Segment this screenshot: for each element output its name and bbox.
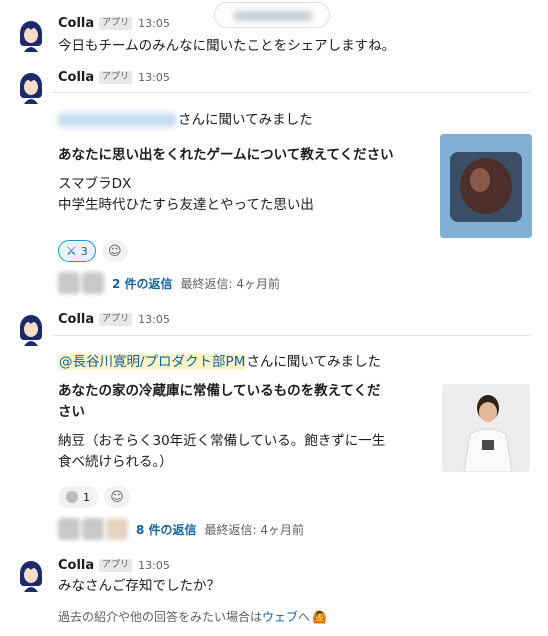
attachment-body: @長谷川寛明/プロダクト部PMさんに聞いてみました あなたの家の冷蔵庫に常備して…: [58, 352, 385, 473]
reply-count-link[interactable]: 2 件の返信: [112, 275, 173, 292]
person-photo-icon: [442, 384, 530, 472]
reply-avatars: [58, 272, 106, 294]
image-placeholder-icon: [440, 134, 532, 238]
sender-name[interactable]: Colla: [58, 558, 94, 573]
colla-avatar-icon[interactable]: [14, 312, 48, 346]
answer-line-1: 納豆（おそらく30年近く常備している。飽きずに一生: [58, 433, 386, 449]
person-gesture-emoji-icon: 🙆: [312, 610, 327, 624]
answer-line-2: 食べ続けられる。）: [58, 454, 173, 470]
sender-name[interactable]: Colla: [58, 70, 94, 85]
question-text: あなたに思い出をくれたゲームについて教えてください: [58, 147, 394, 163]
reply-avatar: [58, 272, 80, 294]
user-mention[interactable]: @長谷川寛明/プロダクト部PM: [58, 354, 247, 370]
asked-suffix: さんに聞いてみました: [178, 112, 313, 128]
app-badge: アプリ: [99, 17, 133, 30]
reaction-count: 3: [80, 244, 88, 258]
emoji-icon: [66, 491, 78, 503]
question-line-2: さい: [58, 404, 85, 420]
attachment-divider: [52, 92, 530, 93]
asked-line: @長谷川寛明/プロダクト部PMさんに聞いてみました: [58, 352, 385, 373]
timestamp[interactable]: 13:05: [138, 71, 170, 84]
reaction-swords[interactable]: ⚔ 3: [58, 240, 96, 262]
reply-count-link[interactable]: 8 件の返信: [136, 521, 197, 538]
reply-avatar: [58, 518, 80, 540]
reaction-item[interactable]: 1: [58, 486, 98, 508]
sender-name[interactable]: Colla: [58, 16, 94, 31]
reactions-row: 1 ☺: [58, 486, 130, 508]
web-link[interactable]: ウェブ: [262, 610, 298, 624]
last-reply-time: 最終返信: 4ヶ月前: [180, 276, 281, 291]
timestamp[interactable]: 13:05: [138, 17, 170, 30]
asked-suffix: さんに聞いてみました: [246, 354, 381, 370]
colla-avatar-icon[interactable]: [14, 70, 48, 104]
timestamp[interactable]: 13:05: [138, 559, 170, 572]
add-reaction-button[interactable]: ☺: [104, 486, 130, 508]
reaction-count: 1: [83, 490, 90, 504]
timestamp[interactable]: 13:05: [138, 313, 170, 326]
colla-avatar-icon[interactable]: [14, 558, 48, 592]
attachment-divider: [52, 335, 530, 336]
mention-redacted[interactable]: [58, 113, 176, 127]
reply-avatar: [82, 272, 104, 294]
answer-image-thumbnail[interactable]: [440, 134, 532, 238]
attachment-body: さんに聞いてみました あなたに思い出をくれたゲームについて教えてください スマブ…: [58, 110, 394, 216]
asked-line: さんに聞いてみました: [58, 110, 394, 131]
message-text: 今日もチームのみんなに聞いたことをシェアしますね。: [58, 38, 396, 54]
question-line-1: あなたの家の冷蔵庫に常備しているものを教えてくだ: [58, 383, 381, 399]
answer-line-1: スマブラDX: [58, 176, 132, 192]
reactions-row: ⚔ 3 ☺: [58, 240, 128, 262]
answer-image-thumbnail[interactable]: [442, 384, 530, 472]
reply-avatar: [106, 518, 128, 540]
reply-avatar: [82, 518, 104, 540]
thread-summary[interactable]: 8 件の返信 最終返信: 4ヶ月前: [58, 518, 304, 540]
message-text: みなさんご存知でしたか？: [58, 578, 220, 594]
app-badge: アプリ: [99, 313, 133, 326]
app-badge: アプリ: [99, 71, 133, 84]
last-reply-time: 最終返信: 4ヶ月前: [204, 522, 305, 537]
footer-prefix: 過去の紹介や他の回答をみたい場合は: [58, 610, 263, 624]
add-reaction-button[interactable]: ☺: [101, 240, 128, 262]
answer-line-2: 中学生時代ひたすら友達とやってた思い出: [58, 197, 314, 213]
app-badge: アプリ: [99, 559, 133, 572]
date-divider-pill[interactable]: [214, 2, 330, 28]
date-label-redacted: [233, 11, 313, 21]
crossed-swords-icon: ⚔: [66, 244, 77, 258]
emoji-add-icon: ☺: [107, 243, 122, 259]
colla-avatar-icon[interactable]: [14, 18, 48, 52]
sender-name[interactable]: Colla: [58, 312, 94, 327]
reply-avatars: [58, 518, 130, 540]
footer-suffix: へ: [298, 610, 311, 624]
emoji-add-icon: ☺: [110, 489, 124, 505]
footer-context: 過去の紹介や他の回答をみたい場合はウェブへ 🙆: [58, 608, 327, 625]
thread-summary[interactable]: 2 件の返信 最終返信: 4ヶ月前: [58, 272, 280, 294]
